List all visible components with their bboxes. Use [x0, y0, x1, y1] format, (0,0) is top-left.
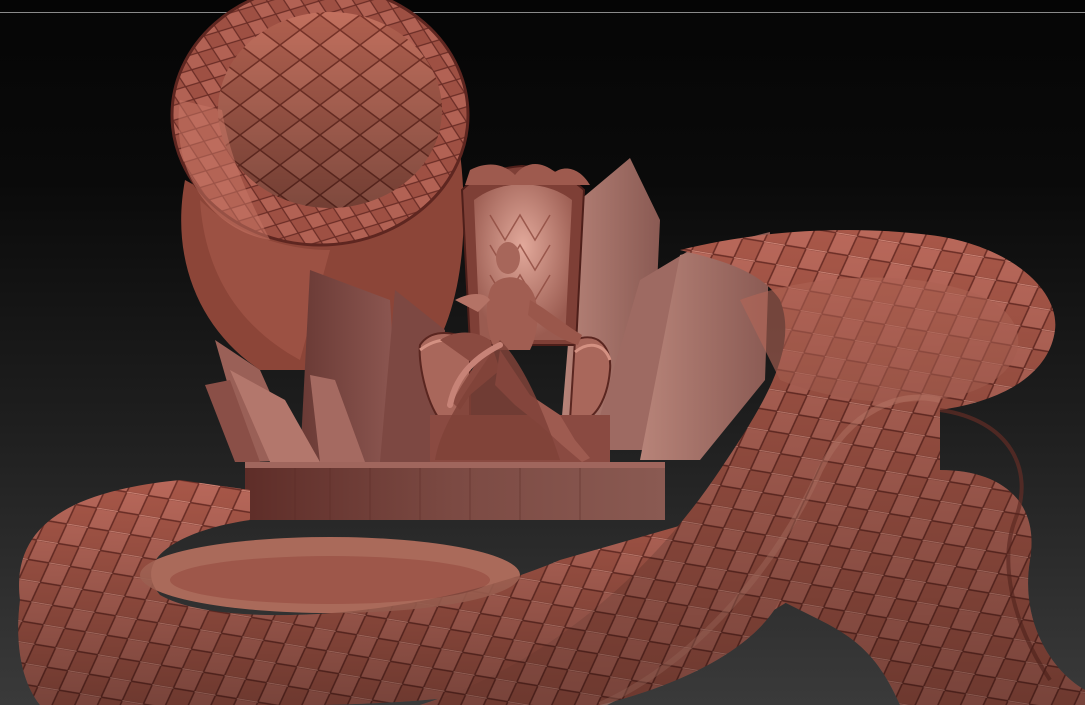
- sculpt-scene[interactable]: [0, 0, 1085, 705]
- 3d-viewport[interactable]: [0, 0, 1085, 705]
- stone-plinth: [245, 462, 665, 520]
